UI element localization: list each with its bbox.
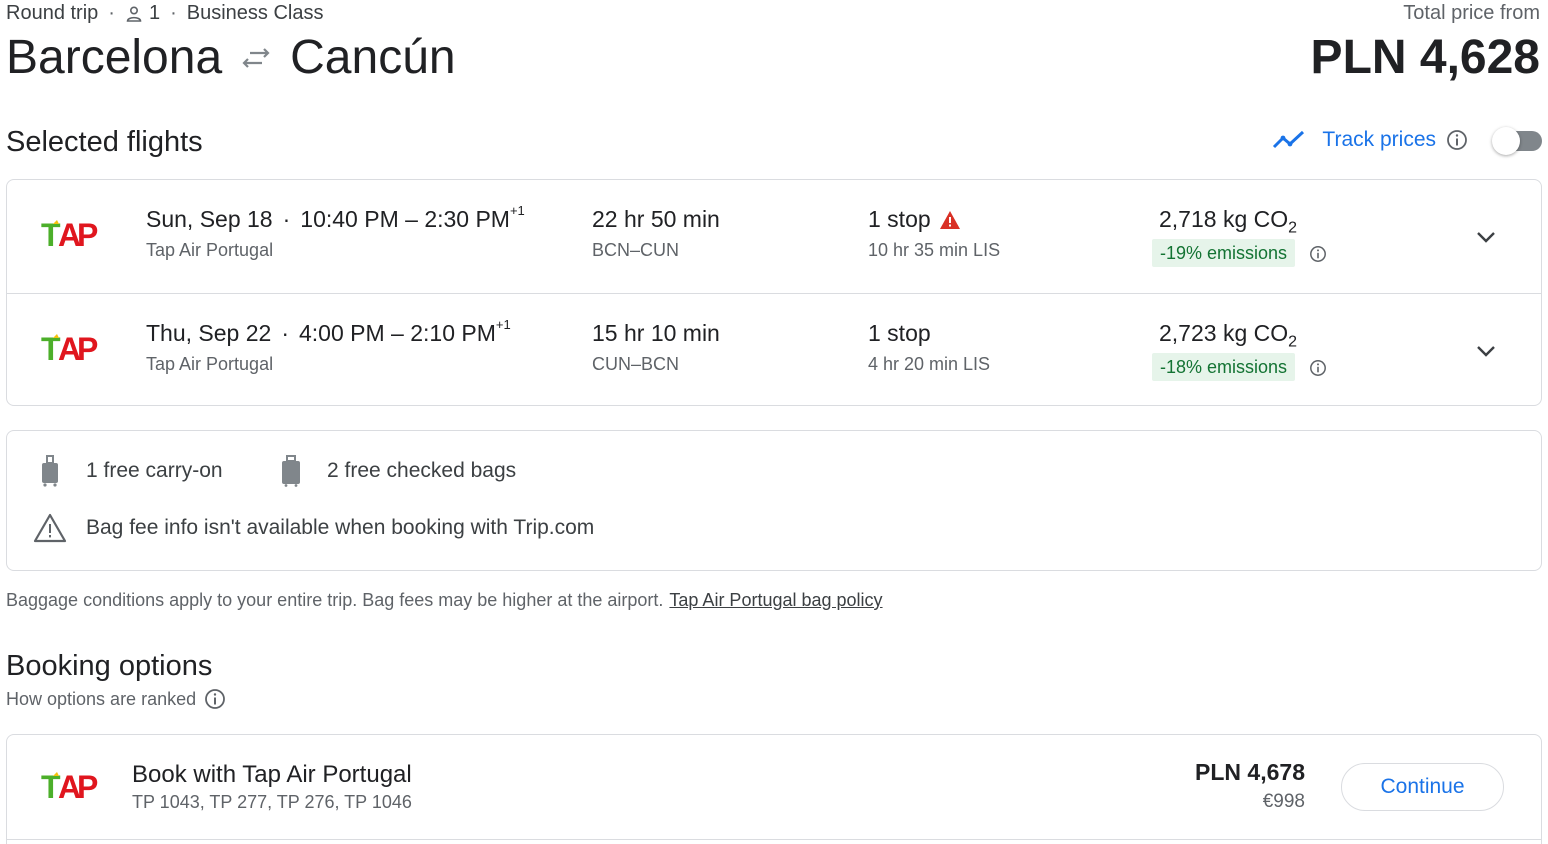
flight-row-return[interactable]: Thu, Sep 22 · 4:00 PM – 2:10 PM+1 Tap Air … bbox=[7, 293, 1541, 406]
info-icon[interactable] bbox=[1446, 129, 1468, 151]
flight-row-outbound[interactable]: Sun, Sep 18 · 10:40 PM – 2:30 PM+1 Tap Air… bbox=[7, 180, 1541, 293]
flight-date: Thu, Sep 22 bbox=[146, 320, 272, 346]
swap-arrows-icon bbox=[242, 47, 270, 68]
chevron-down-icon[interactable] bbox=[1473, 224, 1499, 250]
origin-city: Barcelona bbox=[6, 31, 223, 84]
emissions-badge: -19% emissions bbox=[1152, 239, 1296, 267]
stops: 1 stop bbox=[868, 206, 961, 233]
checked-bags-text: 2 free checked bags bbox=[327, 459, 517, 482]
layover: 10 hr 35 min LIS bbox=[868, 240, 1001, 260]
warning-icon bbox=[33, 513, 67, 543]
booking-options-title: Booking options bbox=[6, 650, 213, 682]
tap-logo bbox=[41, 218, 99, 250]
bag-policy-link[interactable]: Tap Air Portugal bag policy bbox=[669, 590, 882, 610]
selected-flights-card: Sun, Sep 18 · 10:40 PM – 2:30 PM+1 Tap Air… bbox=[6, 179, 1542, 406]
booking-option-card: Book with Tap Air Portugal TP 1043, TP 2… bbox=[6, 734, 1542, 844]
flight-duration: 15 hr 10 min bbox=[592, 320, 720, 346]
depart-time: 4:00 PM bbox=[298, 320, 385, 346]
route-code: CUN–BCN bbox=[592, 354, 680, 374]
stops: 1 stop bbox=[868, 320, 931, 347]
passenger-count: 1 bbox=[148, 2, 161, 24]
booking-price: PLN 4,678 bbox=[1195, 759, 1305, 785]
toggle-knob[interactable] bbox=[1492, 127, 1520, 155]
carry-on-bag-icon bbox=[42, 455, 58, 487]
booking-provider: Book with Tap Air Portugal bbox=[132, 761, 412, 788]
co2-value: 2,723 kg CO bbox=[1159, 320, 1289, 346]
co2-amount: 2,718 kg CO2 bbox=[1159, 206, 1297, 238]
ranked-label[interactable]: How options are ranked bbox=[6, 689, 196, 710]
baggage-card: 1 free carry-on 2 free checked bags Bag … bbox=[6, 430, 1542, 571]
flight-date: Sun, Sep 18 bbox=[146, 206, 273, 232]
flight-times: Thu, Sep 22 · 4:00 PM – 2:10 PM+1 bbox=[146, 317, 511, 346]
arrive-time: 2:10 PM bbox=[410, 320, 496, 346]
trip-summary: Round trip · 1 · Business Class bbox=[6, 2, 323, 25]
co2-subscript: 2 bbox=[1288, 219, 1298, 237]
divider bbox=[7, 839, 1541, 840]
separator-dot: · bbox=[170, 2, 177, 24]
arrive-time: 2:30 PM bbox=[424, 206, 510, 232]
emissions-badge: -18% emissions bbox=[1152, 353, 1296, 381]
route-title: Barcelona Cancún bbox=[6, 30, 456, 85]
airline-name: Tap Air Portugal bbox=[146, 354, 274, 374]
info-icon[interactable] bbox=[204, 688, 226, 710]
checked-bag-icon bbox=[282, 455, 300, 487]
booking-flight-numbers: TP 1043, TP 277, TP 276, TP 1046 bbox=[132, 792, 412, 812]
warning-icon[interactable] bbox=[939, 210, 961, 230]
airline-name: Tap Air Portugal bbox=[146, 240, 274, 260]
co2-subscript: 2 bbox=[1288, 333, 1298, 351]
flight-duration: 22 hr 50 min bbox=[592, 206, 720, 232]
cabin-class: Business Class bbox=[186, 2, 324, 24]
person-icon bbox=[126, 5, 142, 22]
trip-type: Round trip bbox=[6, 2, 99, 24]
selected-flights-title: Selected flights bbox=[6, 126, 203, 158]
continue-button[interactable]: Continue bbox=[1341, 763, 1504, 811]
info-icon[interactable] bbox=[1309, 245, 1327, 263]
carry-on-text: 1 free carry-on bbox=[86, 459, 223, 482]
how-options-ranked[interactable]: How options are ranked bbox=[6, 688, 226, 710]
track-prices-toggle[interactable] bbox=[1492, 127, 1542, 155]
track-prices[interactable]: Track prices bbox=[1272, 128, 1468, 152]
day-offset: +1 bbox=[509, 203, 525, 218]
co2-amount: 2,723 kg CO2 bbox=[1159, 320, 1297, 352]
booking-price-eur: €998 bbox=[1262, 791, 1305, 812]
tap-logo bbox=[41, 770, 99, 802]
stop-count: 1 stop bbox=[868, 206, 931, 232]
co2-value: 2,718 kg CO bbox=[1159, 206, 1289, 232]
tap-logo bbox=[41, 332, 99, 364]
layover: 4 hr 20 min LIS bbox=[868, 354, 991, 374]
flight-times: Sun, Sep 18 · 10:40 PM – 2:30 PM+1 bbox=[146, 203, 525, 232]
stop-count: 1 stop bbox=[868, 320, 931, 346]
chevron-down-icon[interactable] bbox=[1473, 338, 1499, 364]
route-code: BCN–CUN bbox=[592, 240, 680, 260]
trend-line-icon bbox=[1273, 130, 1305, 149]
depart-time: 10:40 PM bbox=[300, 206, 399, 232]
baggage-note-text: Baggage conditions apply to your entire … bbox=[6, 590, 664, 610]
destination-city: Cancún bbox=[290, 31, 456, 84]
day-offset: +1 bbox=[495, 317, 511, 332]
bag-fee-warning: Bag fee info isn't available when bookin… bbox=[86, 516, 595, 539]
info-icon[interactable] bbox=[1309, 359, 1327, 377]
total-price: PLN 4,628 bbox=[1310, 31, 1540, 84]
total-price-label: Total price from bbox=[1403, 2, 1540, 24]
baggage-note: Baggage conditions apply to your entire … bbox=[6, 590, 883, 611]
separator-dot: · bbox=[108, 2, 115, 24]
track-prices-label[interactable]: Track prices bbox=[1322, 128, 1436, 152]
